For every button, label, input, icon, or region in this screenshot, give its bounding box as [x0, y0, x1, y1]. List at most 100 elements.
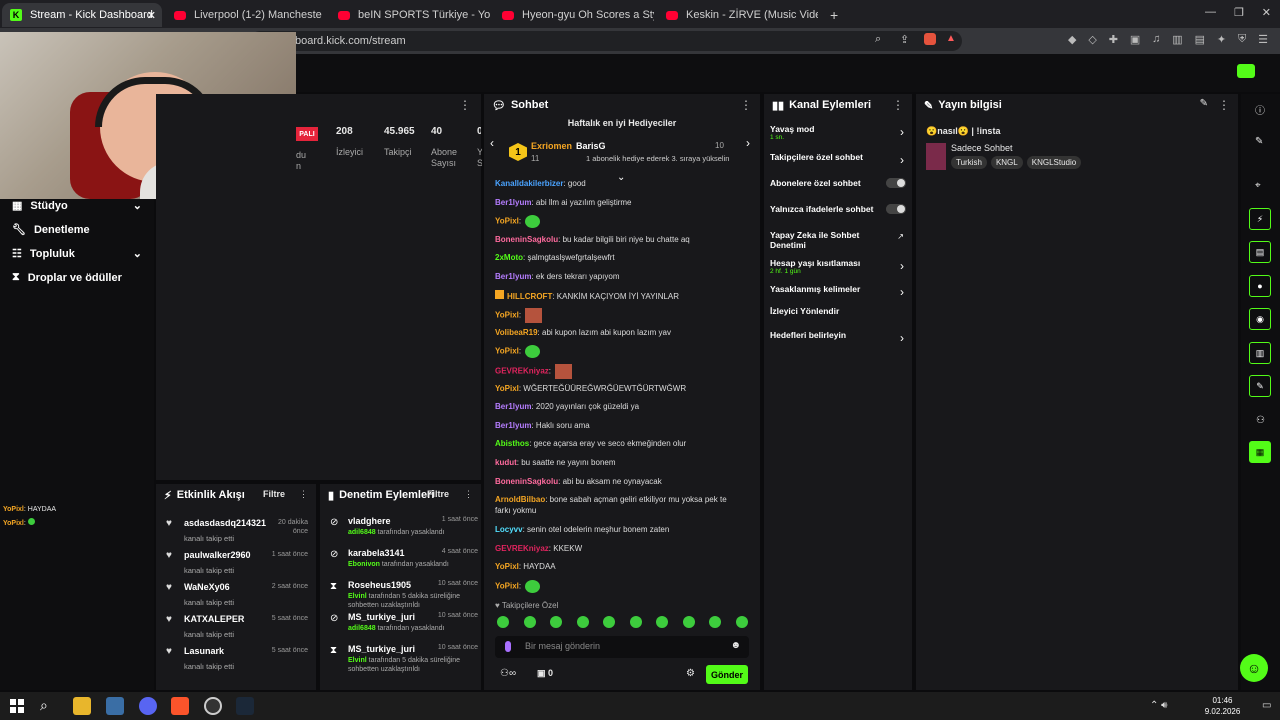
- chat-message: YoPixl:: [495, 308, 743, 324]
- emote-icon[interactable]: [709, 616, 721, 628]
- nav-community[interactable]: ☷ Topluluk ⌄: [12, 247, 142, 261]
- wallet-icon[interactable]: ▤: [1195, 33, 1205, 46]
- app-icon[interactable]: [106, 697, 124, 715]
- emote-icon[interactable]: [656, 616, 668, 628]
- users-icon[interactable]: ⚇: [1256, 415, 1265, 426]
- screenshot-icon[interactable]: ▣: [1130, 33, 1140, 46]
- activity-username: WaNeXy06: [184, 582, 230, 592]
- moderation-desc: Elvinl tarafından 5 dakika süreliğine so…: [348, 592, 470, 610]
- activity-username: asdasdasdq214321: [184, 518, 267, 528]
- menu-icon[interactable]: ☰: [1258, 33, 1268, 46]
- wrench-icon[interactable]: ✎: [1249, 375, 1271, 397]
- toggle-switch[interactable]: [886, 204, 906, 214]
- broadcast-icon[interactable]: ◉: [1249, 308, 1271, 330]
- search-icon[interactable]: ⌕: [40, 697, 48, 714]
- channel-action-row[interactable]: Abonelere özel sohbet: [770, 178, 908, 188]
- next-arrow-icon[interactable]: ›: [746, 136, 750, 150]
- tab-label: beIN SPORTS Türkiye - YouTube: [358, 9, 490, 21]
- music-icon[interactable]: ♫: [1152, 33, 1160, 46]
- close-tab-icon[interactable]: ✕: [147, 9, 156, 22]
- pencil-icon[interactable]: ✎: [1255, 136, 1263, 147]
- close-window-icon[interactable]: ✕: [1262, 6, 1271, 19]
- tab-keskin[interactable]: Keskin - ZİRVE (Music Video) - Yo...: [658, 3, 818, 27]
- tab-liverpool[interactable]: Liverpool (1-2) Manchester City | 25...: [166, 3, 322, 27]
- more-options-icon[interactable]: ⋮: [740, 98, 752, 112]
- nav-moderation[interactable]: 🔧︎ Denetleme: [12, 223, 90, 237]
- emote-icon[interactable]: [603, 616, 615, 628]
- maximize-icon[interactable]: ❐: [1234, 6, 1244, 19]
- send-button[interactable]: Gönder: [706, 665, 748, 684]
- channel-action-row[interactable]: Hedefleri belirleyin ›: [770, 330, 908, 345]
- brave-shield-icon[interactable]: [924, 33, 936, 45]
- tag[interactable]: KNGL: [990, 156, 1023, 169]
- steam-icon[interactable]: [236, 697, 254, 715]
- emote-icon[interactable]: [682, 616, 695, 628]
- brave-rewards-icon[interactable]: ▲: [946, 33, 956, 44]
- moderation-action: tarafından yasaklandı: [375, 625, 445, 632]
- share-icon[interactable]: ⇪: [900, 33, 909, 46]
- windows-start-icon[interactable]: [10, 699, 24, 713]
- emote-icon[interactable]: [550, 616, 562, 628]
- nav-drops[interactable]: ⧗ Droplar ve ödüller: [12, 271, 122, 284]
- tag[interactable]: Turkish: [951, 156, 987, 169]
- window-controls[interactable]: — ❐ ✕: [1196, 6, 1280, 19]
- chat-input[interactable]: Bir mesaj gönderin ☻: [495, 636, 749, 658]
- mic-icon[interactable]: [505, 641, 511, 652]
- tab-hyeon-gyu[interactable]: Hyeon-gyu Oh Scores a Stylish Bicycl...: [494, 3, 654, 27]
- channel-action-row[interactable]: İzleyici Yönlendir: [770, 306, 908, 316]
- system-clock[interactable]: 01:46 9.02.2026: [1200, 695, 1245, 717]
- zoom-icon[interactable]: ⌕: [875, 33, 881, 46]
- emote-icon[interactable]: [497, 616, 509, 628]
- clipboard-icon[interactable]: ▤: [1249, 241, 1271, 263]
- info-icon[interactable]: ⓘ: [1255, 102, 1265, 117]
- extension-icon[interactable]: ◇: [1088, 33, 1096, 46]
- tab-kick-dashboard[interactable]: K Stream - Kick Dashboard ✕: [2, 3, 162, 27]
- top-gifter-name: Exriomen: [531, 141, 573, 151]
- ai-icon[interactable]: ✦: [1217, 33, 1226, 46]
- quick-action-icon[interactable]: ⚡︎: [1249, 208, 1271, 230]
- chat-message: YoPixl:: [495, 345, 743, 359]
- layout-icon[interactable]: ▥: [1249, 342, 1271, 364]
- address-input[interactable]: board.kick.com/stream: [250, 31, 962, 51]
- active-tool-icon[interactable]: ▦: [1249, 441, 1271, 463]
- channel-action-row[interactable]: Yavaş mod 1 sn. ›: [770, 124, 908, 141]
- prev-arrow-icon[interactable]: ‹: [490, 136, 494, 150]
- brave-icon[interactable]: [171, 697, 189, 715]
- emoji-icon[interactable]: ☻: [730, 640, 741, 651]
- emote-icon[interactable]: [629, 616, 642, 628]
- channel-action-row[interactable]: Takipçilere özel sohbet ›: [770, 152, 908, 167]
- emote-icon[interactable]: [735, 616, 748, 628]
- extension-icon[interactable]: ◆: [1068, 33, 1076, 46]
- discord-icon[interactable]: [139, 697, 157, 715]
- channel-action-row[interactable]: Yasaklanmış kelimeler ›: [770, 284, 908, 299]
- chat-toggle-icon[interactable]: ●: [1249, 275, 1271, 297]
- minimize-icon[interactable]: —: [1205, 6, 1216, 19]
- channel-action-row[interactable]: Yalnızca ifadelerle sohbet: [770, 204, 908, 214]
- emote-icon[interactable]: [576, 616, 589, 628]
- vpn-icon[interactable]: ⛨: [1238, 33, 1246, 46]
- more-options-icon[interactable]: ⋮: [1218, 98, 1230, 112]
- obs-icon[interactable]: [204, 697, 222, 715]
- new-tab-button[interactable]: +: [822, 3, 846, 27]
- toggle-switch[interactable]: [886, 178, 906, 188]
- channel-action-row[interactable]: Hesap yaşı kısıtlaması 2 hf. 1 gün ›: [770, 258, 908, 275]
- edit-icon[interactable]: ✎: [1200, 98, 1208, 109]
- extensions-toolbar[interactable]: ◆ ◇ ✚ ▣ ♫ ▥ ▤ ✦ ⛨ ☰: [1068, 33, 1268, 46]
- sidebar-icon[interactable]: ▥: [1172, 33, 1182, 46]
- emote-icon[interactable]: [523, 616, 536, 628]
- tab-bein-sports[interactable]: beIN SPORTS Türkiye - YouTube: [330, 3, 490, 27]
- puzzle-icon[interactable]: ✚: [1109, 33, 1118, 46]
- file-explorer-icon[interactable]: [73, 697, 91, 715]
- nav-studio[interactable]: ▦ Stüdyo ⌄: [12, 199, 142, 213]
- more-options-icon[interactable]: ⋮: [459, 98, 471, 112]
- notification-icon[interactable]: ▭: [1262, 700, 1271, 711]
- focus-icon[interactable]: ⌖: [1255, 180, 1261, 191]
- channel-action-row[interactable]: Yapay Zeka ile Sohbet Denetimi ↗: [770, 230, 908, 250]
- tag[interactable]: KNGLStudio: [1026, 156, 1082, 169]
- tray-icons[interactable]: ⌃ 🔊︎: [1150, 700, 1167, 711]
- chat-message: Ber1lyum: Haklı soru ama: [495, 420, 743, 431]
- settings-icon[interactable]: ⚙: [686, 668, 695, 679]
- people-icon[interactable]: ⚇∞: [500, 668, 516, 679]
- support-chat-button[interactable]: ☺: [1240, 654, 1268, 682]
- kick-logo-icon[interactable]: [1237, 64, 1255, 78]
